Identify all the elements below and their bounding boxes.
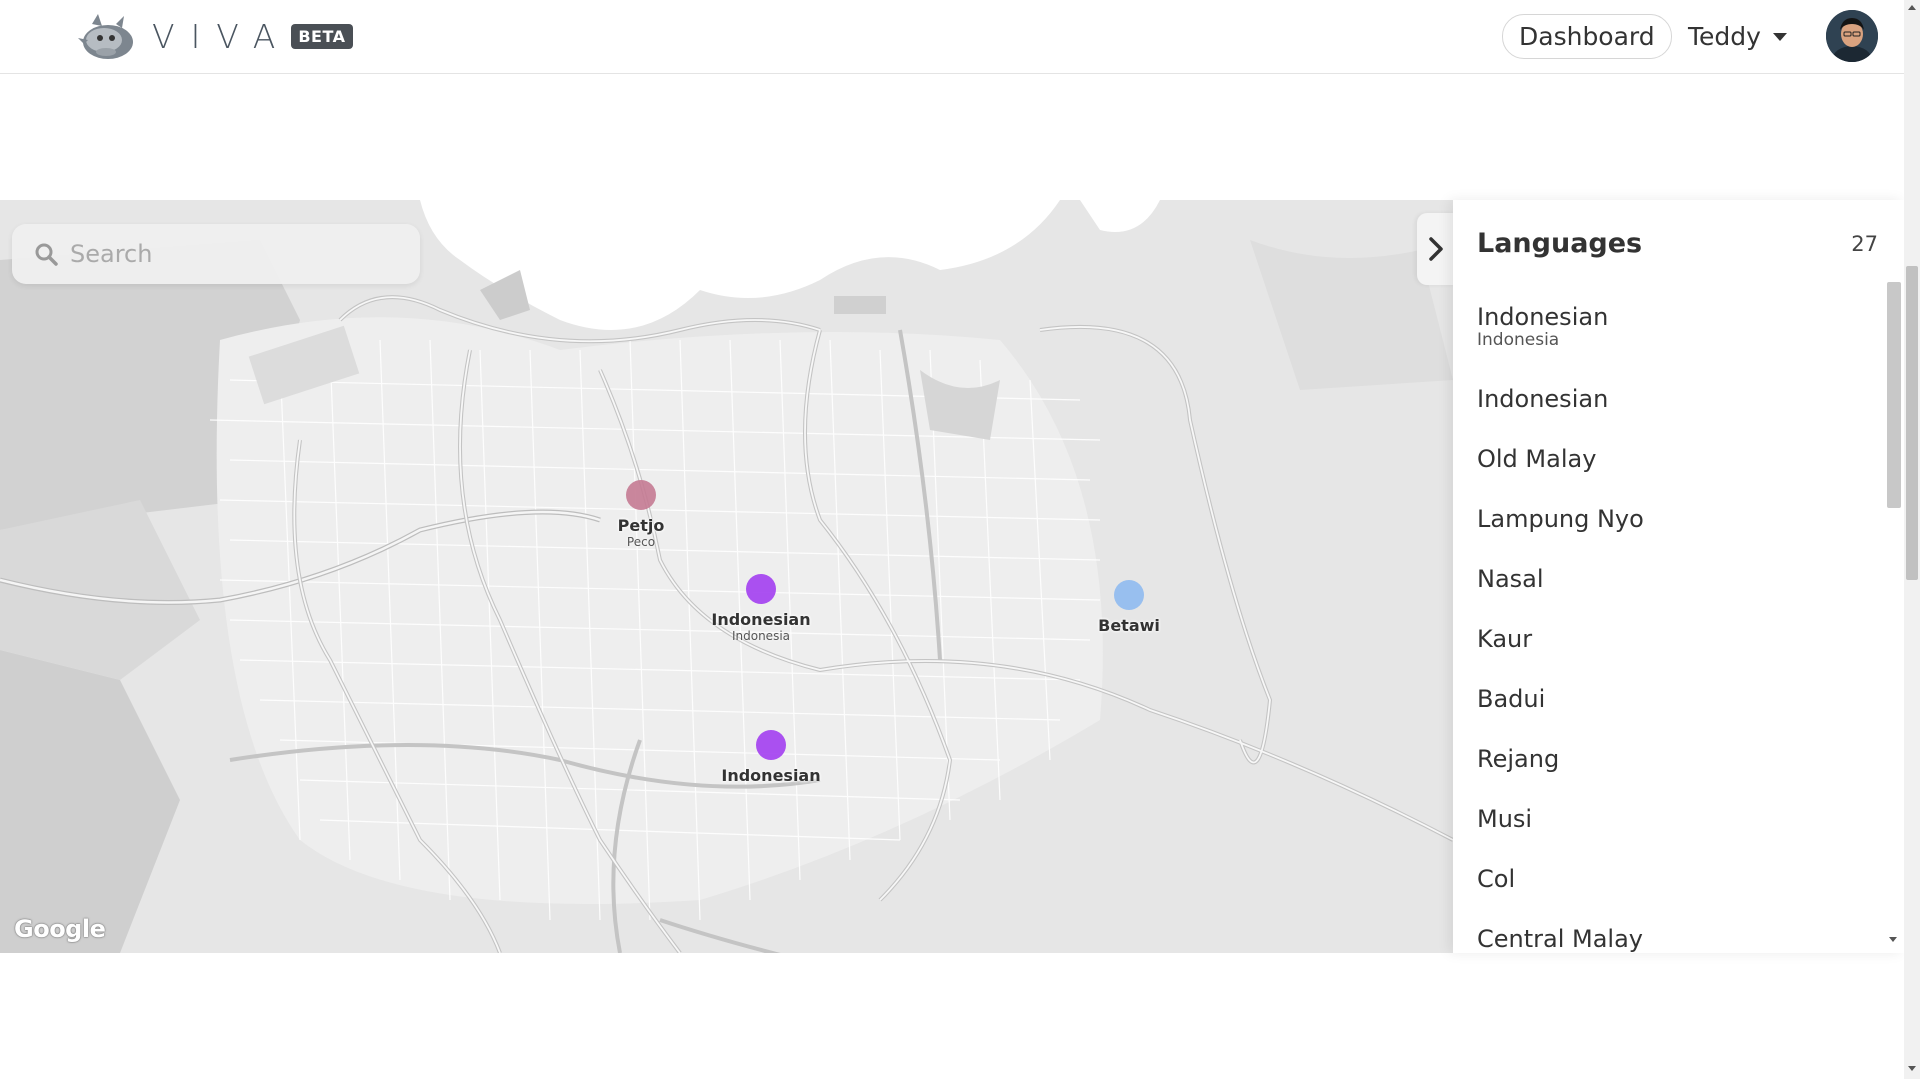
user-menu-dropdown[interactable]: Teddy <box>1688 17 1787 57</box>
list-item[interactable]: Musi <box>1477 802 1877 862</box>
map-marker-indonesian[interactable] <box>746 574 776 604</box>
languages-panel: Languages 27 Indonesian Indonesia Indone… <box>1453 200 1904 953</box>
panel-title: Languages <box>1477 228 1643 259</box>
panel-scrollbar[interactable] <box>1887 282 1901 508</box>
search-box[interactable] <box>12 224 420 284</box>
google-attribution: Google <box>14 915 106 943</box>
top-navbar: VIVA BETA Dashboard Teddy <box>0 0 1904 74</box>
list-item[interactable]: Indonesian <box>1477 382 1877 442</box>
list-item[interactable]: Rejang <box>1477 742 1877 802</box>
list-item[interactable]: Nasal <box>1477 562 1877 622</box>
viva-logo[interactable]: VIVA BETA <box>78 10 353 62</box>
list-item[interactable]: Badui <box>1477 682 1877 742</box>
list-item[interactable]: Indonesian Indonesia <box>1477 300 1877 382</box>
user-avatar-icon <box>1826 10 1878 62</box>
map-marker-betawi[interactable] <box>1114 580 1144 610</box>
list-item[interactable]: Kaur <box>1477 622 1877 682</box>
beta-badge: BETA <box>291 23 353 49</box>
dashboard-button[interactable]: Dashboard <box>1502 14 1672 59</box>
map-canvas[interactable]: Petjo Peco Indonesian Indonesia Betawi I… <box>0 200 1453 953</box>
scroll-up-icon[interactable] <box>1908 5 1916 10</box>
panel-scroll-down-icon[interactable] <box>1889 937 1897 942</box>
list-item[interactable]: Old Malay <box>1477 442 1877 502</box>
user-name: Teddy <box>1688 22 1761 51</box>
marker-label: Petjo Peco <box>617 516 665 549</box>
rhino-logo-icon <box>78 14 133 59</box>
search-input[interactable] <box>70 240 390 268</box>
panel-collapse-toggle[interactable] <box>1417 213 1455 285</box>
list-item[interactable]: Central Malay <box>1477 922 1877 953</box>
marker-label: Indonesian Indonesia <box>711 610 811 643</box>
caret-down-icon <box>1772 33 1787 41</box>
marker-label: Indonesian <box>721 766 821 785</box>
marker-label: Betawi <box>1098 616 1160 635</box>
search-icon <box>35 243 58 266</box>
map-tiles <box>0 200 1453 953</box>
logo-wordmark: VIVA <box>152 16 292 56</box>
map-marker-petjo[interactable] <box>626 480 656 510</box>
scroll-down-icon[interactable] <box>1908 1066 1916 1071</box>
languages-list: Indonesian Indonesia Indonesian Old Mala… <box>1477 300 1877 953</box>
avatar[interactable] <box>1826 10 1878 62</box>
list-item[interactable]: Lampung Nyo <box>1477 502 1877 562</box>
list-item[interactable]: Col <box>1477 862 1877 922</box>
map-marker-indonesian[interactable] <box>756 730 786 760</box>
page-scrollbar-thumb[interactable] <box>1906 266 1918 580</box>
chevron-right-icon <box>1429 237 1443 261</box>
language-count: 27 <box>1851 232 1878 256</box>
